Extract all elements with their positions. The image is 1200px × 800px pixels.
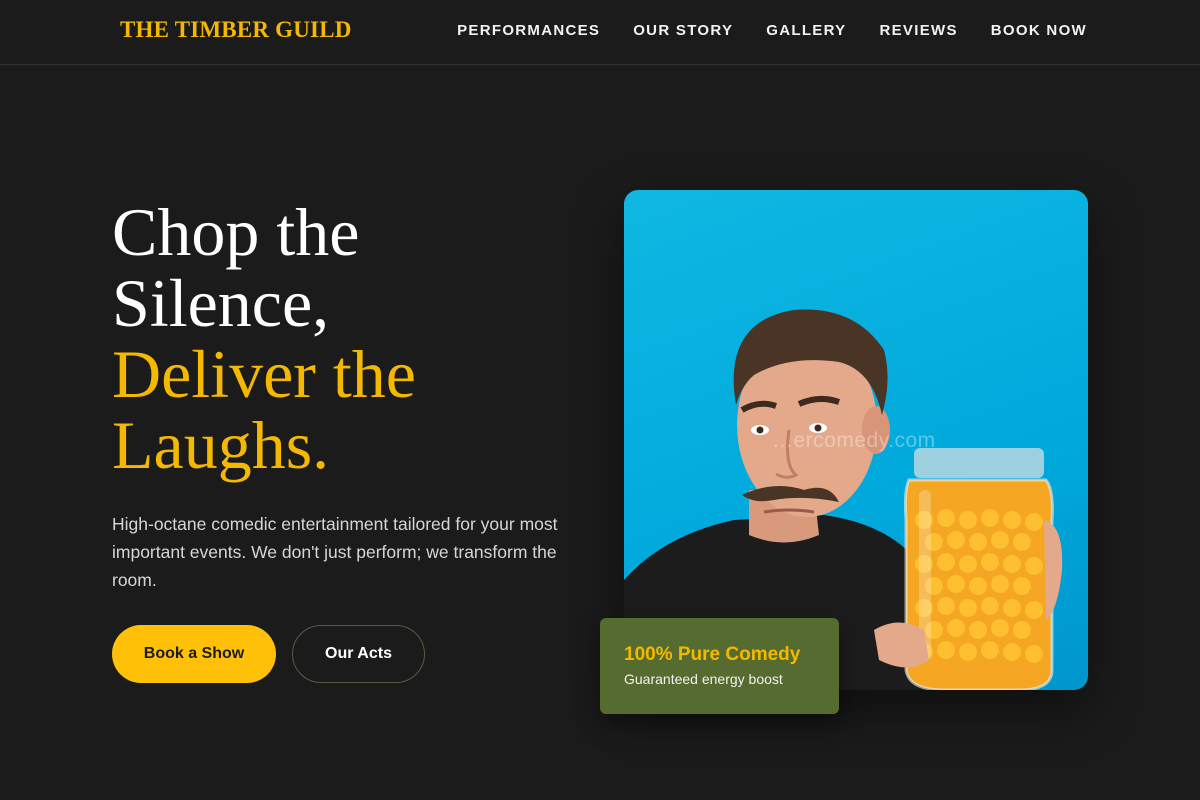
book-show-button[interactable]: Book a Show (112, 625, 276, 683)
hero-headline: Chop the Silence, Deliver the Laughs. (112, 197, 572, 481)
main-nav: PERFORMANCES OUR STORY GALLERY REVIEWS B… (457, 22, 1087, 39)
badge-subtitle: Guaranteed energy boost (624, 671, 783, 687)
nav-link-book-now[interactable]: BOOK NOW (991, 22, 1087, 39)
nav-link-our-story[interactable]: OUR STORY (633, 22, 733, 39)
comedy-badge: 100% Pure Comedy Guaranteed energy boost (600, 618, 839, 714)
headline-accent-line-1: Deliver the (112, 336, 416, 412)
hero-photo: …ercomedy.com (624, 190, 1088, 690)
headline-accent-line-2: Laughs. (112, 407, 330, 483)
nav-link-gallery[interactable]: GALLERY (766, 22, 846, 39)
badge-title: 100% Pure Comedy (624, 644, 801, 665)
brand-logo[interactable]: THE TIMBER GUILD (120, 17, 352, 43)
headline-line-2: Silence, (112, 265, 330, 341)
site-header: THE TIMBER GUILD PERFORMANCES OUR STORY … (0, 0, 1200, 65)
headline-line-1: Chop the (112, 194, 360, 270)
nav-link-performances[interactable]: PERFORMANCES (457, 22, 600, 39)
image-watermark: …ercomedy.com (772, 429, 936, 452)
nav-link-reviews[interactable]: REVIEWS (879, 22, 957, 39)
hero-subtext: High-octane comedic entertainment tailor… (112, 514, 558, 590)
our-acts-button[interactable]: Our Acts (292, 625, 425, 683)
